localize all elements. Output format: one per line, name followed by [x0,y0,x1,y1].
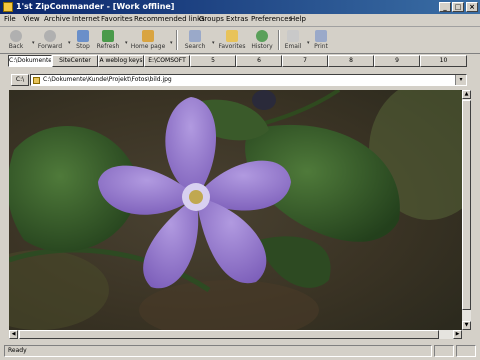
search-label: Search [184,43,206,50]
menu-help[interactable]: Help [290,15,306,23]
history-icon [256,30,268,42]
refresh-label: Refresh [96,43,120,50]
address-value: C:\Dokumente\Kunde\Projekt\Fotos\bild.jp… [43,76,172,83]
tab-4[interactable]: E:\COMSOFT [144,55,190,67]
tab-3[interactable]: A weblog keys [98,55,144,67]
tab-9[interactable]: 9 [374,55,420,67]
window-title: 1'st ZipCommander - [Work offline] [16,2,175,11]
tab-bar: C:\Dokumente SiteCenter A weblog keys E:… [0,54,480,69]
back-label: Back [8,43,24,50]
tab-2[interactable]: SiteCenter [52,55,98,67]
flower-photo [9,90,462,330]
minimize-button[interactable]: _ [439,2,451,12]
folder-icon [33,77,40,84]
mail-icon [287,30,299,42]
vertical-scroll-thumb[interactable] [462,100,471,310]
favorites-button[interactable]: Favorites [217,29,247,51]
status-panel-2 [456,345,476,357]
vertical-scrollbar[interactable]: ▲ ▼ [462,90,471,330]
menu-extras[interactable]: Extras [226,15,248,23]
email-dropdown-icon[interactable]: ▾ [307,40,310,46]
print-button[interactable]: Print [311,29,331,51]
menu-bar: File View Archive Internet Favorites Rec… [0,14,480,27]
menu-file[interactable]: File [4,15,16,23]
toolbar-separator [176,30,178,50]
scroll-up-icon[interactable]: ▲ [462,90,471,99]
horizontal-scrollbar[interactable]: ◀ ▶ [9,330,462,339]
forward-button[interactable]: Forward [36,29,64,51]
menu-view[interactable]: View [23,15,40,23]
star-icon [226,30,238,42]
forward-arrow-icon [44,30,56,42]
horizontal-scroll-thumb[interactable] [19,330,439,339]
image-viewer[interactable] [9,90,462,330]
stop-label: Stop [76,43,90,50]
forward-dropdown-icon[interactable]: ▾ [68,40,71,46]
status-panel-1 [434,345,454,357]
menu-groups[interactable]: Groups [199,15,224,23]
favorites-label: Favorites [218,43,246,50]
status-text: Ready [4,345,432,357]
address-dropdown-icon[interactable]: ▾ [455,75,466,85]
tab-7[interactable]: 7 [282,55,328,67]
printer-icon [315,30,327,42]
app-icon [3,2,13,12]
refresh-dropdown-icon[interactable]: ▾ [125,40,128,46]
menu-recommended-links[interactable]: Recommended links [134,15,205,23]
home-icon [142,30,154,42]
home-button[interactable]: Home page [130,29,166,51]
scroll-left-icon[interactable]: ◀ [9,330,18,339]
toolbar-separator [278,30,280,50]
back-button[interactable]: Back [4,29,28,51]
tab-10[interactable]: 10 [420,55,467,67]
tab-8[interactable]: 8 [328,55,374,67]
email-label: Email [284,43,302,50]
close-button[interactable]: × [466,2,478,12]
menu-preferences[interactable]: Preferences [251,15,292,23]
menu-internet[interactable]: Internet [72,15,100,23]
tab-1[interactable]: C:\Dokumente [8,55,52,67]
refresh-button[interactable]: Refresh [95,29,121,51]
home-dropdown-icon[interactable]: ▾ [170,40,173,46]
scroll-down-icon[interactable]: ▼ [462,321,471,330]
back-dropdown-icon[interactable]: ▾ [32,40,35,46]
refresh-icon [102,30,114,42]
search-dropdown-icon[interactable]: ▾ [212,40,215,46]
scroll-right-icon[interactable]: ▶ [453,330,462,339]
print-label: Print [314,43,328,50]
back-arrow-icon [10,30,22,42]
search-button[interactable]: Search [182,29,208,51]
tab-5[interactable]: 5 [190,55,236,67]
menu-archive[interactable]: Archive [44,15,70,23]
search-icon [189,30,201,42]
address-field[interactable]: C:\Dokumente\Kunde\Projekt\Fotos\bild.jp… [30,74,467,86]
home-label: Home page [130,43,166,50]
history-label: History [251,43,273,50]
address-row: C:\ C:\Dokumente\Kunde\Projekt\Fotos\bil… [0,72,480,88]
status-bar: Ready [0,343,480,360]
email-button[interactable]: Email [282,29,304,51]
menu-favorites[interactable]: Favorites [101,15,133,23]
history-button[interactable]: History [249,29,275,51]
title-bar: 1'st ZipCommander - [Work offline] _ □ × [0,0,480,14]
tab-6[interactable]: 6 [236,55,282,67]
stop-icon [77,30,89,42]
toolbar: Back ▾ Forward ▾ Stop Refresh ▾ Home pag… [0,27,480,54]
maximize-button[interactable]: □ [452,2,464,12]
stop-button[interactable]: Stop [73,29,93,51]
address-label[interactable]: C:\ [11,74,29,86]
forward-label: Forward [37,43,63,50]
